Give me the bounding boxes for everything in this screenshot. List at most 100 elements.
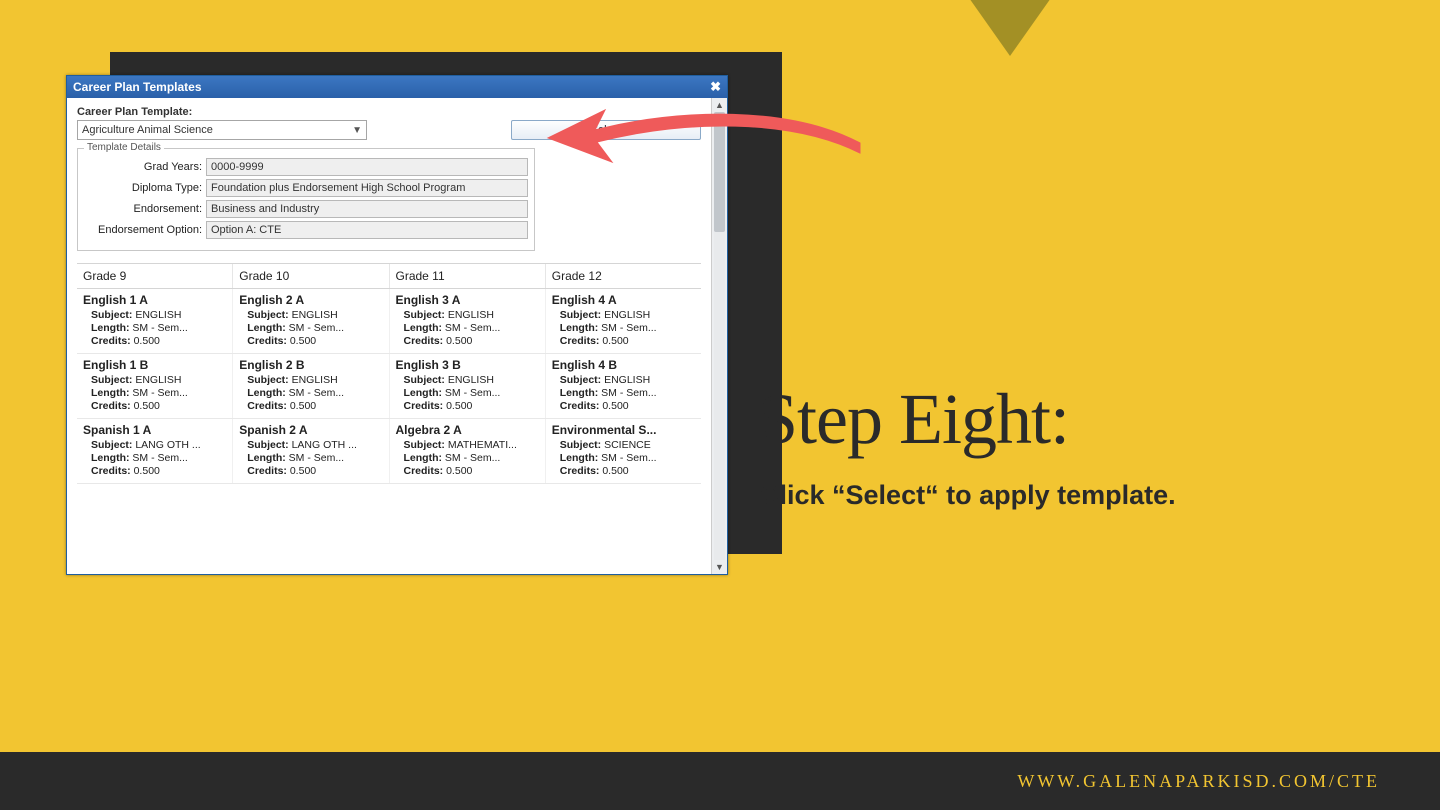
course-credits: Credits: 0.500 [247, 335, 382, 347]
detail-value: Business and Industry [206, 200, 528, 218]
course-credits: Credits: 0.500 [560, 400, 695, 412]
window-titlebar: Career Plan Templates ✖ [67, 76, 727, 98]
table-row: Spanish 1 ASubject: LANG OTH ...Length: … [77, 419, 701, 484]
career-plan-window: Career Plan Templates ✖ Career Plan Temp… [66, 75, 728, 575]
course-cell: English 1 B Subject: ENGLISHLength: SM - … [77, 354, 233, 418]
table-row: English 1 BSubject: ENGLISHLength: SM - … [77, 354, 701, 419]
course-length: Length: SM - Sem... [404, 322, 539, 334]
course-title: English 1 B [83, 358, 226, 372]
slide-subtitle: Click “Select“ to apply template. [760, 480, 1176, 511]
scrollbar-thumb[interactable] [714, 112, 725, 232]
template-details-fieldset: Template Details Grad Years:0000-9999Dip… [77, 148, 535, 251]
course-cell: English 4 B Subject: ENGLISHLength: SM - … [546, 354, 701, 418]
course-cell: English 1 A Subject: ENGLISHLength: SM - … [77, 289, 233, 353]
decorative-triangle [962, 0, 1058, 56]
fieldset-legend: Template Details [84, 142, 164, 153]
template-selected-value: Agriculture Animal Science [82, 124, 213, 136]
template-label: Career Plan Template: [77, 106, 491, 118]
scroll-down-icon[interactable]: ▼ [712, 560, 727, 574]
course-cell: Environmental S... Subject: SCIENCELength… [546, 419, 701, 483]
close-icon[interactable]: ✖ [710, 79, 721, 95]
course-cell: English 3 A Subject: ENGLISHLength: SM - … [390, 289, 546, 353]
career-plan-template-select[interactable]: Agriculture Animal Science ▼ [77, 120, 367, 140]
footer-url: WWW.GALENAPARKISD.COM/CTE [1017, 771, 1380, 792]
course-credits: Credits: 0.500 [404, 400, 539, 412]
vertical-scrollbar[interactable]: ▲ ▼ [711, 98, 727, 574]
course-title: Spanish 2 A [239, 423, 382, 437]
course-cell: English 4 A Subject: ENGLISHLength: SM - … [546, 289, 701, 353]
course-subject: Subject: ENGLISH [560, 374, 695, 386]
course-title: Spanish 1 A [83, 423, 226, 437]
grade-table: Grade 9Grade 10Grade 11Grade 12 English … [77, 263, 701, 484]
course-length: Length: SM - Sem... [404, 452, 539, 464]
course-length: Length: SM - Sem... [247, 387, 382, 399]
slide-title: Step Eight: [758, 378, 1069, 461]
course-length: Length: SM - Sem... [560, 387, 695, 399]
course-length: Length: SM - Sem... [247, 452, 382, 464]
detail-row: Grad Years:0000-9999 [84, 158, 528, 176]
course-title: English 1 A [83, 293, 226, 307]
course-cell: English 2 B Subject: ENGLISHLength: SM - … [233, 354, 389, 418]
course-credits: Credits: 0.500 [560, 465, 695, 477]
course-subject: Subject: ENGLISH [404, 309, 539, 321]
course-subject: Subject: ENGLISH [247, 374, 382, 386]
detail-label: Diploma Type: [84, 182, 206, 194]
course-subject: Subject: ENGLISH [404, 374, 539, 386]
detail-value: Foundation plus Endorsement High School … [206, 179, 528, 197]
course-length: Length: SM - Sem... [560, 452, 695, 464]
course-title: English 2 B [239, 358, 382, 372]
grade-column-header: Grade 9 [77, 264, 233, 288]
footer-bar: WWW.GALENAPARKISD.COM/CTE [0, 752, 1440, 810]
course-credits: Credits: 0.500 [91, 465, 226, 477]
course-length: Length: SM - Sem... [404, 387, 539, 399]
grade-column-header: Grade 12 [546, 264, 701, 288]
course-title: English 2 A [239, 293, 382, 307]
course-length: Length: SM - Sem... [91, 387, 226, 399]
detail-label: Endorsement Option: [84, 224, 206, 236]
course-subject: Subject: LANG OTH ... [91, 439, 226, 451]
course-cell: English 2 A Subject: ENGLISHLength: SM - … [233, 289, 389, 353]
course-length: Length: SM - Sem... [91, 322, 226, 334]
course-title: English 4 A [552, 293, 695, 307]
detail-label: Grad Years: [84, 161, 206, 173]
grade-column-header: Grade 11 [390, 264, 546, 288]
course-length: Length: SM - Sem... [91, 452, 226, 464]
course-credits: Credits: 0.500 [247, 400, 382, 412]
course-subject: Subject: MATHEMATI... [404, 439, 539, 451]
course-cell: Spanish 1 A Subject: LANG OTH ...Length: … [77, 419, 233, 483]
course-cell: Spanish 2 A Subject: LANG OTH ...Length: … [233, 419, 389, 483]
detail-row: Endorsement Option:Option A: CTE [84, 221, 528, 239]
detail-label: Endorsement: [84, 203, 206, 215]
course-title: Algebra 2 A [396, 423, 539, 437]
detail-value: Option A: CTE [206, 221, 528, 239]
select-button[interactable]: Select [511, 120, 701, 140]
course-title: English 4 B [552, 358, 695, 372]
grade-column-header: Grade 10 [233, 264, 389, 288]
course-credits: Credits: 0.500 [91, 335, 226, 347]
detail-value: 0000-9999 [206, 158, 528, 176]
course-title: Environmental S... [552, 423, 695, 437]
course-length: Length: SM - Sem... [247, 322, 382, 334]
course-subject: Subject: ENGLISH [247, 309, 382, 321]
course-subject: Subject: ENGLISH [91, 374, 226, 386]
course-credits: Credits: 0.500 [247, 465, 382, 477]
course-cell: English 3 B Subject: ENGLISHLength: SM - … [390, 354, 546, 418]
course-subject: Subject: LANG OTH ... [247, 439, 382, 451]
course-credits: Credits: 0.500 [91, 400, 226, 412]
scroll-up-icon[interactable]: ▲ [712, 98, 727, 112]
course-cell: Algebra 2 A Subject: MATHEMATI...Length: … [390, 419, 546, 483]
course-subject: Subject: ENGLISH [560, 309, 695, 321]
course-credits: Credits: 0.500 [404, 335, 539, 347]
course-length: Length: SM - Sem... [560, 322, 695, 334]
course-credits: Credits: 0.500 [404, 465, 539, 477]
course-title: English 3 A [396, 293, 539, 307]
course-subject: Subject: SCIENCE [560, 439, 695, 451]
table-row: English 1 ASubject: ENGLISHLength: SM - … [77, 289, 701, 354]
detail-row: Diploma Type:Foundation plus Endorsement… [84, 179, 528, 197]
course-title: English 3 B [396, 358, 539, 372]
window-title: Career Plan Templates [73, 80, 202, 94]
course-credits: Credits: 0.500 [560, 335, 695, 347]
grade-table-header: Grade 9Grade 10Grade 11Grade 12 [77, 264, 701, 289]
chevron-down-icon: ▼ [352, 125, 362, 136]
course-subject: Subject: ENGLISH [91, 309, 226, 321]
